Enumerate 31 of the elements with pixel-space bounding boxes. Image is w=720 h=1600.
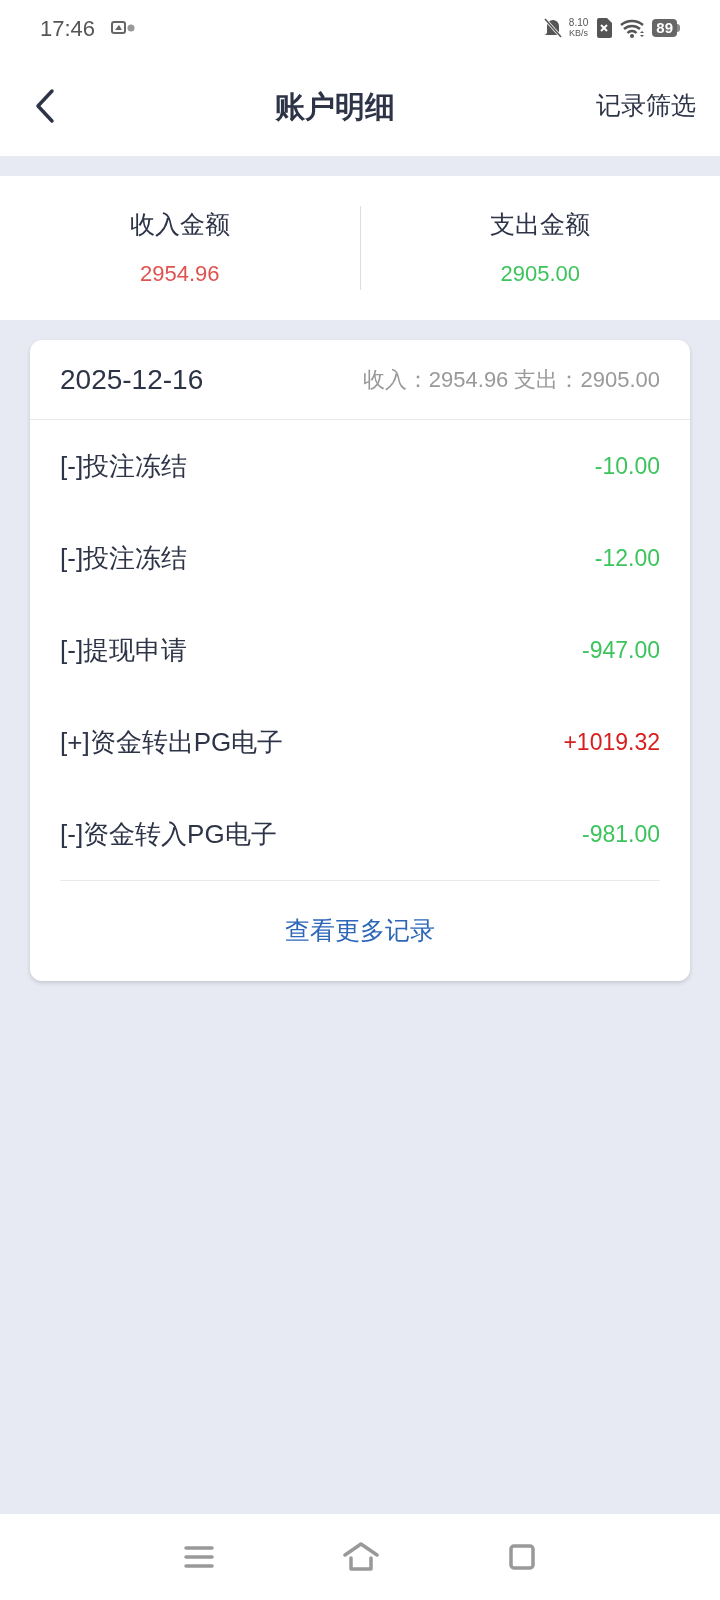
record-title: [-]资金转入PG电子	[60, 817, 277, 851]
record-title: [+]资金转出PG电子	[60, 725, 284, 759]
summary-label: 支出金额	[490, 208, 591, 240]
muted-bell-icon	[542, 17, 563, 39]
more-records-link[interactable]: 查看更多记录	[285, 912, 435, 950]
date-label: 2025-12-16	[60, 362, 204, 397]
summary-amount: 2905.00	[500, 260, 580, 289]
sim-card-icon	[596, 18, 613, 38]
record-amount: -947.00	[582, 635, 660, 665]
record-title: [-]投注冻结	[60, 541, 188, 575]
network-speed: 8.10	[568, 18, 589, 28]
summary-amount: 2954.96	[140, 260, 220, 289]
summary-label: 收入金额	[129, 208, 230, 240]
record-amount: -981.00	[582, 819, 660, 849]
status-time: 17:46	[40, 14, 96, 43]
menu-icon[interactable]	[184, 1545, 214, 1569]
screen-cast-icon	[111, 20, 136, 36]
record-title: [-]投注冻结	[60, 449, 188, 483]
record-amount: +1019.32	[563, 727, 660, 757]
record-amount: -10.00	[594, 451, 660, 481]
record-title: [-]提现申请	[60, 633, 188, 667]
day-totals: 收入：2954.96 支出：2905.00	[362, 366, 660, 394]
speed-unit: KB/s	[569, 28, 589, 38]
back-icon	[34, 88, 56, 124]
wifi-icon	[620, 18, 647, 38]
page-title: 账户明细	[274, 88, 396, 125]
battery-indicator: 89	[652, 19, 680, 37]
home-icon[interactable]	[342, 1542, 380, 1572]
back-square-icon[interactable]	[508, 1543, 536, 1571]
filter-button[interactable]: 记录筛选	[580, 87, 720, 125]
record-amount: -12.00	[594, 543, 660, 573]
